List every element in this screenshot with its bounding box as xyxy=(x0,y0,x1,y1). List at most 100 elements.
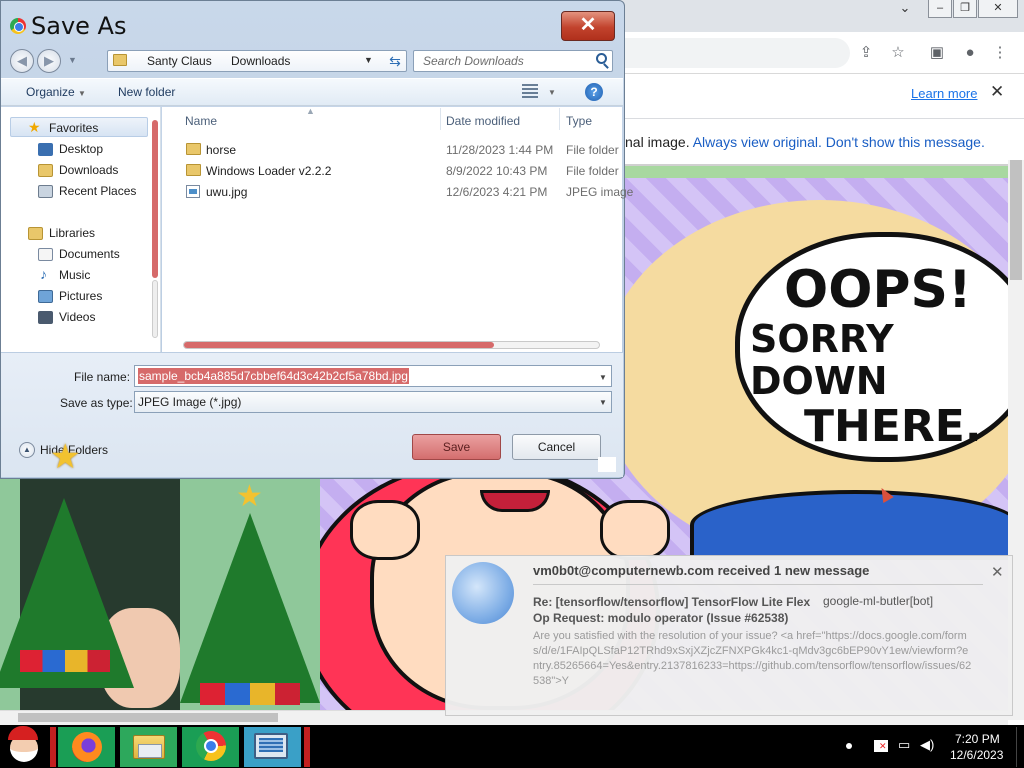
view-options-chevron-icon[interactable]: ▼ xyxy=(548,88,556,97)
change-view-icon[interactable] xyxy=(522,84,538,98)
column-header-name[interactable]: Name xyxy=(185,114,217,128)
dialog-close-button[interactable]: ✕ xyxy=(561,11,615,41)
remote-desktop-icon xyxy=(254,733,288,759)
horizontal-scroll-thumb[interactable] xyxy=(18,713,278,722)
dialog-title: Save As xyxy=(31,12,127,40)
file-type: File folder xyxy=(566,164,619,178)
organize-button[interactable]: Organize ▼ xyxy=(26,85,86,99)
back-button[interactable]: ◀ xyxy=(10,49,34,73)
image-file-icon xyxy=(186,185,200,198)
nav-pane-scroll-track[interactable] xyxy=(152,280,158,338)
save-as-type-label: Save as type: xyxy=(60,396,133,410)
breadcrumb-downloads[interactable]: Downloads xyxy=(231,54,290,68)
omnibox[interactable] xyxy=(620,38,850,68)
dont-show-link[interactable]: Don't show this message. xyxy=(826,134,985,150)
menu-icon[interactable]: ⋮ xyxy=(988,41,1012,65)
side-panel-icon[interactable]: ▣ xyxy=(925,41,949,65)
bubble-line-1: OOPS! xyxy=(784,260,972,320)
taskbar-separator xyxy=(50,727,56,767)
clock-time[interactable]: 7:20 PM xyxy=(955,732,1000,746)
learn-more-link[interactable]: Learn more xyxy=(911,86,977,101)
nav-item-music[interactable]: Music xyxy=(59,268,90,282)
file-type: File folder xyxy=(566,143,619,157)
organize-label: Organize xyxy=(26,85,75,99)
firefox-icon xyxy=(72,732,102,762)
column-divider[interactable] xyxy=(440,108,441,130)
file-name-value[interactable]: sample_bcb4a885d7cbbef64d3c42b2cf5a78bd.… xyxy=(138,368,409,384)
nav-item-desktop[interactable]: Desktop xyxy=(59,142,103,156)
close-window-button[interactable]: ✕ xyxy=(978,0,1018,18)
folder-icon xyxy=(186,143,201,155)
restore-button[interactable]: ❐ xyxy=(953,0,977,18)
notification-title: vm0b0t@computernewb.com received 1 new m… xyxy=(533,563,870,578)
save-as-type-dropdown-icon[interactable]: ▼ xyxy=(599,398,607,407)
save-as-type-value: JPEG Image (*.jpg) xyxy=(138,395,242,409)
search-placeholder: Search Downloads xyxy=(423,54,524,68)
desktop-wallpaper: ★ xyxy=(0,478,320,710)
file-date: 8/9/2022 10:43 PM xyxy=(446,164,548,178)
forward-button[interactable]: ▶ xyxy=(37,49,61,73)
file-name: uwu.jpg xyxy=(206,185,248,199)
chevron-down-icon: ▼ xyxy=(78,89,86,98)
resize-grip[interactable] xyxy=(598,457,616,472)
refresh-icon[interactable]: ⇆ xyxy=(384,50,406,72)
chrome-icon xyxy=(196,731,226,761)
column-header-type[interactable]: Type xyxy=(566,114,592,128)
nav-item-libraries[interactable]: Libraries xyxy=(49,226,95,240)
column-header-date-modified[interactable]: Date modified xyxy=(446,114,520,128)
nav-item-documents[interactable]: Documents xyxy=(59,247,120,261)
taskbar-separator xyxy=(304,727,310,767)
libraries-icon xyxy=(28,227,43,240)
vertical-scroll-thumb[interactable] xyxy=(1010,160,1022,280)
recent-locations-dropdown[interactable]: ▼ xyxy=(68,55,77,65)
always-view-original-link[interactable]: Always view original. xyxy=(693,134,822,150)
bubble-line-3: THERE. xyxy=(804,400,982,452)
breadcrumb-santy-claus[interactable]: Santy Claus xyxy=(147,54,212,68)
folder-icon xyxy=(113,54,127,66)
action-center-flag-icon[interactable] xyxy=(874,740,888,752)
thunderbird-icon xyxy=(452,562,514,624)
nav-item-pictures[interactable]: Pictures xyxy=(59,289,102,303)
nav-pane-scroll-thumb[interactable] xyxy=(152,120,158,278)
recent-places-icon xyxy=(38,185,53,198)
help-icon[interactable]: ? xyxy=(585,83,603,101)
navigation-buttons: ◀ ▶ xyxy=(10,49,66,73)
notification-close-icon[interactable]: ✕ xyxy=(991,563,1004,581)
address-dropdown-icon[interactable]: ▼ xyxy=(364,55,373,65)
clock-date[interactable]: 12/6/2023 xyxy=(950,748,1003,762)
search-icon[interactable] xyxy=(596,53,607,64)
gifts-icon xyxy=(20,650,110,672)
file-name: horse xyxy=(206,143,237,157)
nav-item-favorites[interactable]: Favorites xyxy=(49,121,98,135)
volume-icon[interactable]: ◀) xyxy=(920,737,934,753)
file-explorer-icon xyxy=(133,735,165,759)
network-icon[interactable]: ▭ xyxy=(898,737,910,753)
file-name-dropdown-icon[interactable]: ▼ xyxy=(599,373,607,382)
notification-subject[interactable]: Re: [tensorflow/tensorflow] TensorFlow L… xyxy=(533,594,818,626)
star-icon: ★ xyxy=(50,438,81,476)
chrome-app-icon xyxy=(10,18,26,34)
videos-icon xyxy=(38,311,53,324)
new-folder-button[interactable]: New folder xyxy=(118,85,175,99)
comic-mouth xyxy=(480,490,550,512)
bubble-line-2: SORRY DOWN xyxy=(750,317,894,403)
infobar-close-icon[interactable]: ✕ xyxy=(990,82,1004,102)
nav-item-videos[interactable]: Videos xyxy=(59,310,95,324)
bookmark-star-icon[interactable]: ☆ xyxy=(886,41,910,65)
nav-item-downloads[interactable]: Downloads xyxy=(59,163,118,177)
chevron-up-icon[interactable]: ▲ xyxy=(19,442,35,458)
profile-icon[interactable]: ● xyxy=(958,41,982,65)
share-icon[interactable]: ⇪ xyxy=(854,41,878,65)
tray-dot-icon[interactable] xyxy=(846,743,852,749)
sort-ascending-icon: ▲ xyxy=(306,106,315,116)
folder-icon xyxy=(186,164,201,176)
file-list-hscroll-thumb[interactable] xyxy=(184,342,494,348)
show-desktop-button[interactable] xyxy=(1016,727,1024,767)
save-button[interactable]: Save xyxy=(412,434,501,460)
comic-shirt xyxy=(690,490,1020,560)
tab-search-icon[interactable]: ⌄ xyxy=(893,0,917,18)
cancel-button[interactable]: Cancel xyxy=(512,434,601,460)
nav-item-recent-places[interactable]: Recent Places xyxy=(59,184,136,198)
minimize-button[interactable]: – xyxy=(928,0,952,18)
column-divider[interactable] xyxy=(559,108,560,130)
